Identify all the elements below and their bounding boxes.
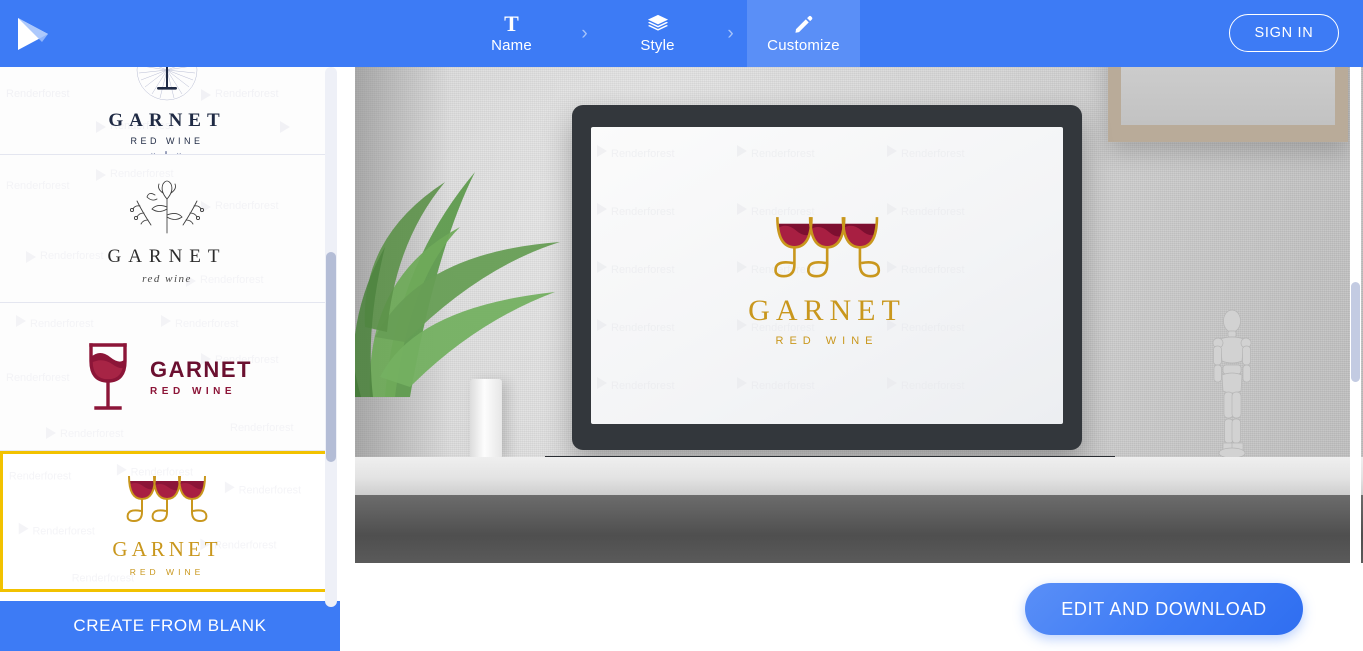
floral-rose-sketch-icon (129, 180, 205, 233)
svg-text:Renderforest: Renderforest (40, 250, 104, 262)
svg-text:Renderforest: Renderforest (6, 180, 70, 192)
preview-panel: Renderforest Renderforest Renderforest R… (340, 67, 1363, 651)
three-wineglasses-icon (126, 475, 208, 522)
svg-text:Renderforest: Renderforest (32, 526, 94, 538)
pencil-icon (793, 13, 814, 35)
logo-variants-list[interactable]: Renderforest Renderforest Renderforest G… (0, 67, 340, 607)
logo-name: GARNET (107, 245, 227, 267)
logo-subtitle: RED WINE (129, 566, 205, 577)
edit-and-download-button[interactable]: EDIT AND DOWNLOAD (1025, 583, 1303, 635)
screen-logo-name: GARNET (748, 293, 906, 327)
logo-preview-glass-wordmark: GARNET RED WINE (82, 337, 252, 417)
svg-text:Renderforest: Renderforest (901, 148, 965, 160)
tab-style[interactable]: Style (601, 0, 714, 67)
step-separator-icon: › (581, 22, 588, 44)
screen-logo: GARNET RED WINE (748, 205, 906, 347)
page-scrollbar-thumb[interactable] (1351, 282, 1360, 382)
svg-text:Renderforest: Renderforest (239, 484, 301, 496)
logo-subtitle: RED WINE (130, 136, 204, 146)
svg-text:Renderforest: Renderforest (175, 318, 239, 330)
tab-customize-label: Customize (767, 37, 840, 54)
logo-preview-floral: GARNET red wine (107, 173, 227, 285)
three-wineglasses-icon (774, 216, 880, 277)
list-item[interactable]: Renderforest Renderforest Renderforest G… (0, 67, 334, 155)
create-from-blank-button[interactable]: CREATE FROM BLANK (0, 601, 340, 651)
text-t-icon: T (504, 11, 519, 36)
svg-text:Renderforest: Renderforest (6, 372, 70, 384)
screen-logo-subtitle: RED WINE (775, 334, 879, 347)
svg-text:Renderforest: Renderforest (30, 318, 94, 330)
logo-variants-sidebar: Renderforest Renderforest Renderforest G… (0, 67, 340, 651)
svg-text:Renderforest: Renderforest (611, 206, 675, 218)
sidebar-scrollbar-track[interactable] (325, 67, 337, 607)
svg-text:Renderforest: Renderforest (751, 148, 815, 160)
plant-leaves (355, 172, 560, 397)
layers-icon (647, 13, 669, 35)
svg-text:Renderforest: Renderforest (611, 380, 675, 392)
logo-subtitle: red wine (142, 272, 192, 285)
tab-customize[interactable]: Customize (747, 0, 860, 67)
logo-mockup-preview[interactable]: Renderforest Renderforest Renderforest R… (355, 67, 1363, 563)
wooden-mannequin-figure (1212, 309, 1252, 459)
svg-text:Renderforest: Renderforest (901, 206, 965, 218)
logo-subtitle: RED WINE (150, 385, 237, 397)
wineglass-icon (89, 342, 127, 410)
logo-name: GARNET (112, 536, 222, 561)
svg-text:Renderforest: Renderforest (901, 264, 965, 276)
svg-text:Renderforest: Renderforest (9, 471, 71, 483)
sign-in-button[interactable]: SIGN IN (1229, 14, 1339, 52)
logo-name: GARNET (150, 356, 252, 382)
svg-text:Renderforest: Renderforest (611, 148, 675, 160)
svg-text:Renderforest: Renderforest (611, 264, 675, 276)
svg-text:Renderforest: Renderforest (901, 322, 965, 334)
cylinder-object (470, 379, 502, 457)
tab-style-label: Style (640, 37, 675, 54)
logo-preview-sunburst: GARNET RED WINE × ❙ × (108, 67, 226, 154)
picture-frame (1108, 67, 1348, 142)
svg-text:Renderforest: Renderforest (901, 380, 965, 392)
app-header: T Name › Style › Customize SIGN IN (0, 0, 1363, 67)
sunburst-wineglass-icon (136, 67, 198, 101)
logo-name: GARNET (108, 110, 226, 131)
list-item[interactable]: Renderforest Renderforest Renderforest R… (0, 303, 334, 451)
svg-text:Renderforest: Renderforest (60, 428, 124, 440)
laptop-body: Renderforest Renderforest Renderforest R… (572, 105, 1082, 450)
sidebar-scrollbar-thumb[interactable] (326, 252, 336, 462)
svg-text:Renderforest: Renderforest (6, 88, 70, 100)
logo-preview-three-glasses: GARNET RED WINE (109, 467, 225, 577)
renderforest-play-logo-icon[interactable] (12, 16, 52, 52)
svg-text:Renderforest: Renderforest (751, 380, 815, 392)
laptop-screen: Renderforest Renderforest Renderforest R… (591, 127, 1063, 424)
wizard-steps: T Name › Style › Customize (455, 0, 860, 67)
svg-text:Renderforest: Renderforest (230, 422, 294, 434)
shelf (355, 457, 1363, 495)
step-separator-icon-2: › (727, 22, 734, 44)
svg-text:Renderforest: Renderforest (611, 322, 675, 334)
laptop-mockup: Renderforest Renderforest Renderforest R… (545, 105, 1137, 469)
tab-name-label: Name (491, 37, 532, 54)
list-item[interactable]: Renderforest Renderforest Renderforest R… (0, 155, 334, 303)
tab-name[interactable]: T Name (455, 0, 568, 67)
shelf-lower-wall (355, 495, 1363, 563)
list-item-selected[interactable]: Renderforest Renderforest Renderforest R… (0, 451, 334, 592)
